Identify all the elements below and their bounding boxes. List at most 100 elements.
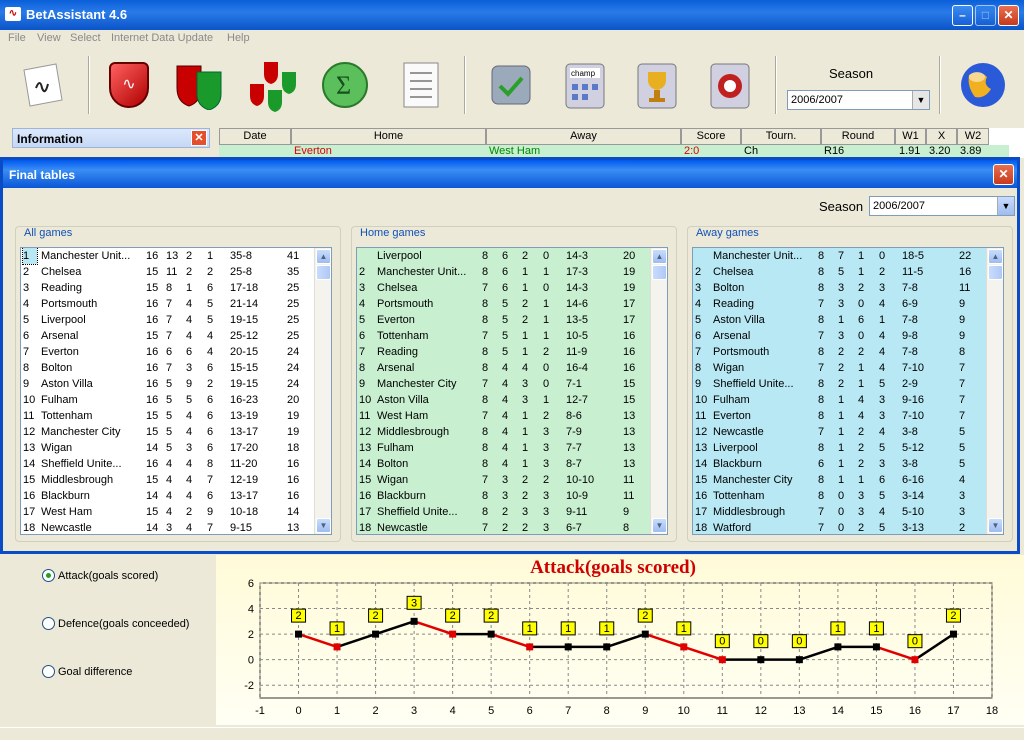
list-item[interactable]: 16 Blackburn 14 4 4 6 13-17 16 bbox=[21, 488, 316, 504]
list-item[interactable]: 4 Portsmouth 8 5 2 1 14-6 17 bbox=[357, 296, 652, 312]
menu-view[interactable]: View bbox=[37, 32, 61, 44]
list-item[interactable]: 15 Wigan 7 3 2 2 10-10 11 bbox=[357, 472, 652, 488]
list-item[interactable]: 12 Newcastle 7 1 2 4 3-8 5 bbox=[693, 424, 988, 440]
list-item[interactable]: 6 Tottenham 7 5 1 1 10-5 16 bbox=[357, 328, 652, 344]
list-item[interactable]: 2 Chelsea 8 5 1 2 11-5 16 bbox=[693, 264, 988, 280]
list-item[interactable]: 9 Manchester City 7 4 3 0 7-1 15 bbox=[357, 376, 652, 392]
radio-defence-circle[interactable] bbox=[42, 617, 55, 630]
scroll-thumb[interactable] bbox=[988, 265, 1003, 280]
list-item[interactable]: 10 Fulham 8 1 4 3 9-16 7 bbox=[693, 392, 988, 408]
list-item[interactable]: 17 Sheffield Unite... 8 2 3 3 9-11 9 bbox=[357, 504, 652, 520]
list-item[interactable]: 2 Chelsea 15 11 2 2 25-8 35 bbox=[21, 264, 316, 280]
table-row[interactable]: Everton West Ham 2:0 Ch R16 1.91 3.20 3.… bbox=[219, 145, 1009, 157]
col-w1[interactable]: W1 bbox=[895, 128, 926, 145]
list-button[interactable] bbox=[390, 56, 448, 114]
radio-goal-difference-circle[interactable] bbox=[42, 665, 55, 678]
col-date[interactable]: Date bbox=[219, 128, 291, 145]
list-item[interactable]: 9 Sheffield Unite... 8 2 1 5 2-9 7 bbox=[693, 376, 988, 392]
away-games-list[interactable]: 18 Watford 7 0 2 5 3-13 2 17 Middlesbrough 7 0 3 4 5-1… bbox=[692, 247, 1004, 535]
list-item[interactable]: 13 Wigan 14 5 3 6 17-20 18 bbox=[21, 440, 316, 456]
list-item[interactable]: 11 West Ham 7 4 1 2 8-6 13 bbox=[357, 408, 652, 424]
globe-button[interactable] bbox=[954, 56, 1012, 114]
list-item[interactable]: 9 Aston Villa 16 5 9 2 19-15 24 bbox=[21, 376, 316, 392]
home-games-scrollbar[interactable]: ▲ ▼ bbox=[650, 248, 667, 534]
list-item[interactable]: 18 Newcastle 14 3 4 7 9-15 13 bbox=[21, 520, 316, 534]
minimize-button[interactable]: – bbox=[952, 5, 973, 26]
list-item[interactable]: 7 Portsmouth 8 2 2 4 7-8 8 bbox=[693, 344, 988, 360]
trophy-button[interactable] bbox=[628, 56, 686, 114]
radio-attack-circle[interactable] bbox=[42, 569, 55, 582]
list-item[interactable]: 12 Manchester City 15 5 4 6 13-17 19 bbox=[21, 424, 316, 440]
col-score[interactable]: Score bbox=[681, 128, 741, 145]
list-item[interactable]: 13 Fulham 8 4 1 3 7-7 13 bbox=[357, 440, 652, 456]
confirm-button[interactable] bbox=[482, 56, 540, 114]
close-icon[interactable]: ✕ bbox=[191, 130, 207, 146]
menu-internet-data-update[interactable]: Internet Data Update bbox=[111, 32, 213, 44]
list-item[interactable]: 18 Watford 7 0 2 5 3-13 2 bbox=[693, 520, 988, 534]
chevron-down-icon[interactable]: ▼ bbox=[912, 91, 929, 109]
scroll-up-icon[interactable]: ▲ bbox=[988, 249, 1003, 264]
maximize-button[interactable]: □ bbox=[975, 5, 996, 26]
list-item[interactable]: Manchester Unit... 8 7 1 0 18-5 22 bbox=[693, 248, 988, 264]
list-item[interactable]: 18 Newcastle 7 2 2 3 6-7 8 bbox=[357, 520, 652, 534]
list-item[interactable]: 16 Blackburn 8 3 2 3 10-9 11 bbox=[357, 488, 652, 504]
list-item[interactable]: 3 Reading 15 8 1 6 17-18 25 bbox=[21, 280, 316, 296]
sum-button[interactable]: Σ bbox=[316, 56, 374, 114]
list-item[interactable]: 8 Arsenal 8 4 4 0 16-4 16 bbox=[357, 360, 652, 376]
list-item[interactable]: 2 Manchester Unit... 8 6 1 1 17-3 19 bbox=[357, 264, 652, 280]
list-item[interactable]: 1 Manchester Unit... 16 13 2 1 35-8 41 bbox=[21, 248, 316, 265]
scroll-down-icon[interactable]: ▼ bbox=[652, 518, 667, 533]
dialog-season-select[interactable]: 2006/2007 ▼ bbox=[869, 196, 1015, 216]
dialog-close-button[interactable]: ✕ bbox=[993, 164, 1014, 185]
col-x[interactable]: X bbox=[926, 128, 957, 145]
list-item[interactable]: 6 Arsenal 7 3 0 4 9-8 9 bbox=[693, 328, 988, 344]
list-item[interactable]: 5 Everton 8 5 2 1 13-5 17 bbox=[357, 312, 652, 328]
list-item[interactable]: 16 Tottenham 8 0 3 5 3-14 3 bbox=[693, 488, 988, 504]
list-item[interactable]: 7 Reading 8 5 1 2 11-9 16 bbox=[357, 344, 652, 360]
list-item[interactable]: 11 Everton 8 1 4 3 7-10 7 bbox=[693, 408, 988, 424]
list-item[interactable]: 5 Aston Villa 8 1 6 1 7-8 9 bbox=[693, 312, 988, 328]
red-green-shields-button[interactable] bbox=[170, 56, 228, 114]
list-item[interactable]: 3 Bolton 8 3 2 3 7-8 11 bbox=[693, 280, 988, 296]
list-item[interactable]: 7 Everton 16 6 6 4 20-15 24 bbox=[21, 344, 316, 360]
list-item[interactable]: 15 Middlesbrough 15 4 4 7 12-19 16 bbox=[21, 472, 316, 488]
col-home[interactable]: Home bbox=[291, 128, 486, 145]
all-games-list[interactable]: 18 Newcastle 14 3 4 7 9-15 13 17 West Ham 15 4 2 9 10-… bbox=[20, 247, 332, 535]
scroll-thumb[interactable] bbox=[316, 265, 331, 280]
champ-calendar-button[interactable]: champ bbox=[556, 56, 614, 114]
list-item[interactable]: 10 Fulham 16 5 5 6 16-23 20 bbox=[21, 392, 316, 408]
list-item[interactable]: 12 Middlesbrough 8 4 1 3 7-9 13 bbox=[357, 424, 652, 440]
red-shield-button[interactable]: ∿ bbox=[100, 56, 158, 114]
list-item[interactable]: 6 Arsenal 15 7 4 4 25-12 25 bbox=[21, 328, 316, 344]
list-item[interactable]: 4 Portsmouth 16 7 4 5 21-14 25 bbox=[21, 296, 316, 312]
notepad-button[interactable] bbox=[12, 56, 70, 114]
clover-shields-button[interactable] bbox=[244, 56, 302, 114]
list-item[interactable]: 17 West Ham 15 4 2 9 10-18 14 bbox=[21, 504, 316, 520]
list-item[interactable]: 14 Bolton 8 4 1 3 8-7 13 bbox=[357, 456, 652, 472]
list-item[interactable]: 5 Liverpool 16 7 4 5 19-15 25 bbox=[21, 312, 316, 328]
list-item[interactable]: Liverpool 8 6 2 0 14-3 20 bbox=[357, 248, 652, 264]
scroll-thumb[interactable] bbox=[652, 265, 667, 280]
list-item[interactable]: 14 Sheffield Unite... 16 4 4 8 11-20 16 bbox=[21, 456, 316, 472]
menu-help[interactable]: Help bbox=[227, 32, 250, 44]
col-round[interactable]: Round bbox=[821, 128, 895, 145]
scroll-down-icon[interactable]: ▼ bbox=[316, 518, 331, 533]
list-item[interactable]: 14 Blackburn 6 1 2 3 3-8 5 bbox=[693, 456, 988, 472]
menu-file[interactable]: File bbox=[8, 32, 26, 44]
list-item[interactable]: 10 Aston Villa 8 4 3 1 12-7 15 bbox=[357, 392, 652, 408]
season-select[interactable]: 2006/2007 ▼ bbox=[787, 90, 930, 110]
scroll-up-icon[interactable]: ▲ bbox=[652, 249, 667, 264]
list-item[interactable]: 17 Middlesbrough 7 0 3 4 5-10 3 bbox=[693, 504, 988, 520]
list-item[interactable]: 15 Manchester City 8 1 1 6 6-16 4 bbox=[693, 472, 988, 488]
list-item[interactable]: 8 Bolton 16 7 3 6 15-15 24 bbox=[21, 360, 316, 376]
list-item[interactable]: 4 Reading 7 3 0 4 6-9 9 bbox=[693, 296, 988, 312]
scroll-down-icon[interactable]: ▼ bbox=[988, 518, 1003, 533]
away-games-scrollbar[interactable]: ▲ ▼ bbox=[986, 248, 1003, 534]
uefa-button[interactable] bbox=[701, 56, 759, 114]
menu-select[interactable]: Select bbox=[70, 32, 101, 44]
list-item[interactable]: 11 Tottenham 15 5 4 6 13-19 19 bbox=[21, 408, 316, 424]
col-away[interactable]: Away bbox=[486, 128, 681, 145]
list-item[interactable]: 8 Wigan 7 2 1 4 7-10 7 bbox=[693, 360, 988, 376]
list-item[interactable]: 3 Chelsea 7 6 1 0 14-3 19 bbox=[357, 280, 652, 296]
scroll-up-icon[interactable]: ▲ bbox=[316, 249, 331, 264]
